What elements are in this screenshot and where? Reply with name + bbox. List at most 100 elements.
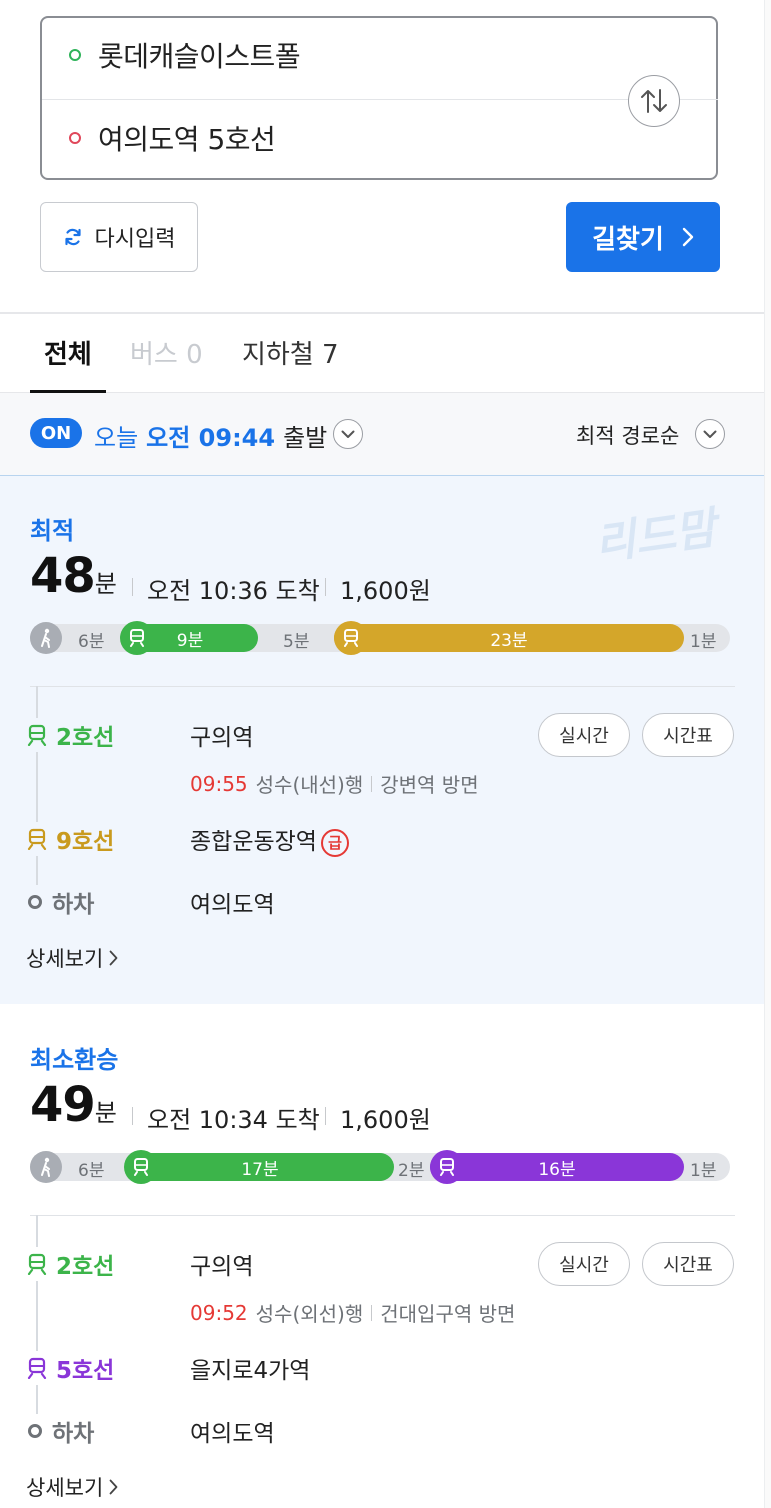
step-line-name: 하차 [26, 885, 95, 919]
line-label: 2호선 [56, 725, 115, 751]
subway-icon [430, 1150, 464, 1184]
timeline-segment-line9: 23분 [334, 624, 684, 652]
fare: 1,600원 [340, 577, 431, 605]
departure-clock: 오전 09:44 [146, 424, 276, 452]
walk-icon [30, 1151, 62, 1183]
chevron-right-icon [682, 227, 694, 247]
details-label: 상세보기 [26, 947, 104, 971]
on-badge[interactable]: ON [30, 418, 82, 448]
walk-start-time: 6분 [78, 632, 105, 652]
right-edge-panel [764, 0, 771, 1508]
tab-subway[interactable]: 지하철 7 [242, 334, 339, 371]
transfer-gap-time: 2분 [398, 1161, 425, 1181]
alight-dot-icon [28, 1424, 42, 1438]
info-separator [132, 1107, 133, 1125]
train-detail: 09:55 성수(내선)행 강변역 방면 [190, 769, 479, 798]
alight-station: 여의도역 [190, 892, 275, 918]
info-separator [325, 1107, 326, 1125]
details-link[interactable]: 상세보기 [26, 943, 118, 973]
line-label: 9호선 [56, 829, 115, 855]
segment-time: 23분 [490, 630, 528, 651]
chevron-down-icon [341, 430, 355, 438]
detail-separator [371, 775, 373, 792]
train-time: 09:52 [190, 1300, 248, 1325]
route-search-box: 롯데캐슬이스트폴 여의도역 5호선 [40, 16, 718, 180]
minutes-unit: 분 [94, 1099, 117, 1127]
boarding-station: 구의역 [190, 725, 254, 751]
swap-arrows-icon [641, 89, 667, 113]
transfer-station: 종합운동장역 급 [190, 822, 349, 857]
minutes-unit: 분 [94, 570, 117, 598]
card-divider [30, 686, 735, 687]
timeline-segment-line5: 16분 [430, 1153, 684, 1181]
route-type-label: 최소환승 [30, 1046, 119, 1074]
realtime-button[interactable]: 실시간 [538, 1242, 630, 1286]
chevron-right-icon [109, 950, 118, 966]
subway-icon [27, 828, 47, 850]
train-destination: 성수(외선)행 [255, 1302, 364, 1326]
train-time: 09:55 [190, 771, 248, 796]
destination-input[interactable]: 여의도역 5호선 [98, 118, 276, 158]
reset-button[interactable]: 다시입력 [40, 202, 198, 272]
origin-dot-icon [69, 49, 81, 61]
section-divider [0, 312, 771, 314]
departure-dropdown-button[interactable] [333, 419, 363, 449]
swap-button[interactable] [628, 75, 680, 127]
boarding-station: 구의역 [190, 1254, 254, 1280]
segment-time: 16분 [538, 1159, 576, 1180]
find-route-button[interactable]: 길찾기 [566, 202, 720, 272]
info-separator [325, 578, 326, 596]
realtime-button[interactable]: 실시간 [538, 713, 630, 757]
sort-selector[interactable]: 최적 경로순 [576, 420, 679, 450]
transfer-gap-time: 5분 [283, 632, 310, 652]
destination-dot-icon [69, 132, 81, 144]
subway-icon [120, 621, 154, 655]
route-summary: 48 분 [30, 548, 117, 604]
step-line-name: 5호선 [26, 1351, 115, 1385]
walk-start-time: 6분 [78, 1161, 105, 1181]
reset-label: 다시입력 [94, 227, 176, 252]
route-summary: 49 분 [30, 1077, 117, 1133]
subway-icon [124, 1150, 158, 1184]
express-badge: 급 [320, 828, 349, 857]
details-link[interactable]: 상세보기 [26, 1472, 118, 1502]
subway-icon [27, 1253, 47, 1275]
step-line-name: 2호선 [26, 1247, 115, 1281]
walk-end-time: 1분 [690, 1161, 717, 1181]
line-label: 하차 [52, 892, 95, 918]
find-route-label: 길찾기 [592, 224, 664, 255]
tab-all[interactable]: 전체 [44, 334, 92, 371]
timetable-button[interactable]: 시간표 [642, 1242, 734, 1286]
refresh-icon [64, 228, 81, 246]
train-detail: 09:52 성수(외선)행 건대입구역 방면 [190, 1298, 515, 1327]
chevron-down-icon [703, 430, 717, 438]
subway-icon [334, 621, 368, 655]
line-label: 2호선 [56, 1254, 115, 1280]
step-line-name: 하차 [26, 1414, 95, 1448]
arrival-time: 오전 10:34 도착 [147, 1106, 320, 1134]
chevron-right-icon [109, 1479, 118, 1495]
segment-time: 9분 [176, 630, 204, 651]
tab-bus[interactable]: 버스 0 [130, 334, 203, 371]
alight-station: 여의도역 [190, 1421, 275, 1447]
origin-input[interactable]: 롯데캐슬이스트폴 [98, 35, 301, 75]
step-line-name: 9호선 [26, 822, 115, 856]
timetable-button[interactable]: 시간표 [642, 713, 734, 757]
route-type-label: 최적 [30, 517, 75, 545]
card-divider [30, 1215, 735, 1216]
info-separator [132, 578, 133, 596]
walk-icon [30, 622, 62, 654]
sort-dropdown-button[interactable] [695, 419, 725, 449]
departure-time[interactable]: 오늘 오전 09:44 출발 [94, 418, 327, 453]
departure-suffix: 출발 [283, 424, 328, 452]
subway-icon [27, 1357, 47, 1379]
step-connector-line [36, 686, 38, 886]
total-minutes: 48 [30, 548, 96, 604]
step-line-name: 2호선 [26, 718, 115, 752]
train-direction: 건대입구역 방면 [380, 1302, 516, 1326]
timeline-segment-line2: 17분 [126, 1153, 394, 1181]
departure-day: 오늘 [94, 424, 139, 452]
line-label: 5호선 [56, 1358, 115, 1384]
subway-icon [27, 724, 47, 746]
walk-end-time: 1분 [690, 632, 717, 652]
